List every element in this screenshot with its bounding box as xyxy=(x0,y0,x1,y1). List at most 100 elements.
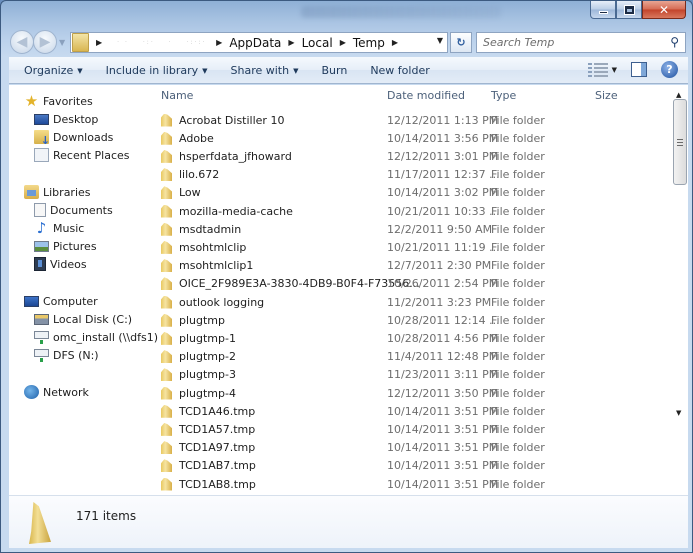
file-row[interactable]: TCD1A46.tmp 10/14/2011 3:51 PM File folder xyxy=(157,402,672,420)
explorer-window: ✕ ◀ ▶ ▼ ▶ · · ·:· · ·:·:· ▶ AppData ▶ Local… xyxy=(0,0,693,553)
refresh-button[interactable]: ↻ xyxy=(450,32,472,53)
forward-button[interactable]: ▶ xyxy=(33,30,57,54)
file-name: plugtmp-2 xyxy=(179,350,236,364)
nav-videos[interactable]: Videos xyxy=(34,255,87,273)
nav-libraries-label: Libraries xyxy=(43,185,91,199)
file-name-cell: lilo.672 xyxy=(161,168,219,182)
file-row[interactable]: hsperfdata_jfhoward 12/12/2011 3:01 PM Fil… xyxy=(157,147,672,165)
scroll-thumb[interactable] xyxy=(673,99,687,185)
recent-pages-dropdown[interactable]: ▼ xyxy=(59,38,65,47)
file-name: plugtmp-3 xyxy=(179,368,236,382)
nav-omc-install[interactable]: omc_install (\\dfs1) xyxy=(34,328,158,346)
preview-pane-icon[interactable] xyxy=(631,62,647,77)
column-header-size[interactable]: Size xyxy=(595,89,618,102)
column-header-type[interactable]: Type xyxy=(491,89,516,102)
file-date-modified: 10/14/2011 3:02 PM xyxy=(387,186,499,200)
share-with-button[interactable]: Share with ▼ xyxy=(224,64,306,77)
file-row[interactable]: plugtmp 10/28/2011 12:14 ... File folder xyxy=(157,311,672,329)
breadcrumb-separator[interactable]: ▶ xyxy=(288,38,294,47)
file-row[interactable]: plugtmp-3 11/23/2011 3:11 PM File folder xyxy=(157,366,672,384)
column-header-name[interactable]: Name xyxy=(161,89,193,102)
nav-dfs[interactable]: DFS (N:) xyxy=(34,346,99,364)
file-type: File folder xyxy=(491,386,545,400)
item-count: 171 items xyxy=(76,509,137,523)
help-icon[interactable]: ? xyxy=(661,61,678,78)
include-in-library-button[interactable]: Include in library ▼ xyxy=(99,64,215,77)
file-date-modified: 10/14/2011 3:51 PM xyxy=(387,477,499,491)
file-date-modified: 12/12/2011 1:13 PM xyxy=(387,113,499,127)
folder-icon xyxy=(161,386,172,400)
command-bar: Organize ▼ Include in library ▼ Share with… xyxy=(9,57,688,84)
file-name: msohtmlclip xyxy=(179,240,247,254)
file-row[interactable]: OICE_2F989E3A-3830-4DB9-B0F4-F73556... 10… xyxy=(157,275,672,293)
view-options-dropdown[interactable]: ▼ xyxy=(612,66,617,74)
local-disk-icon xyxy=(34,313,49,325)
scroll-up-icon[interactable]: ▲ xyxy=(676,91,681,99)
file-date-modified: 10/28/2011 4:56 PM xyxy=(387,331,499,345)
search-icon[interactable]: ⚲ xyxy=(670,35,679,49)
new-folder-button[interactable]: New folder xyxy=(363,64,436,77)
column-header-date-modified[interactable]: Date modified xyxy=(387,89,465,102)
folder-icon xyxy=(161,186,172,200)
burn-button[interactable]: Burn xyxy=(314,64,354,77)
file-row[interactable]: Acrobat Distiller 10 12/12/2011 1:13 PM Fi… xyxy=(157,111,672,129)
minimize-button[interactable] xyxy=(590,1,616,19)
vertical-scrollbar[interactable]: ▲ ▼ xyxy=(672,85,688,495)
file-row[interactable]: msdtadmin 12/2/2011 9:50 AM File folder xyxy=(157,220,672,238)
breadcrumb-separator[interactable]: ▶ xyxy=(96,38,102,47)
file-row[interactable]: TCD1A97.tmp 10/14/2011 3:51 PM File folder xyxy=(157,439,672,457)
computer-icon xyxy=(24,295,39,307)
back-button[interactable]: ◀ xyxy=(10,30,34,54)
nav-documents[interactable]: Documents xyxy=(34,201,113,219)
nav-network[interactable]: Network xyxy=(24,383,89,401)
breadcrumb-local[interactable]: Local xyxy=(302,36,333,50)
breadcrumb-redacted-user[interactable]: · · ·:· · ·:·:· xyxy=(109,33,210,52)
libraries-icon xyxy=(24,185,39,199)
address-bar[interactable]: ▶ · · ·:· · ·:·:· ▶ AppData ▶ Local ▶ Temp … xyxy=(70,32,448,53)
nav-documents-label: Documents xyxy=(50,203,113,217)
file-row[interactable]: plugtmp-1 10/28/2011 4:56 PM File folder xyxy=(157,329,672,347)
file-row[interactable]: plugtmp-2 11/4/2011 12:48 PM File folder xyxy=(157,348,672,366)
refresh-icon: ↻ xyxy=(456,36,466,49)
file-row[interactable]: plugtmp-4 12/12/2011 3:50 PM File folder xyxy=(157,384,672,402)
nav-desktop[interactable]: Desktop xyxy=(34,110,98,128)
file-name-cell: OICE_2F989E3A-3830-4DB9-B0F4-F73556... xyxy=(161,277,420,291)
breadcrumb-temp[interactable]: Temp xyxy=(353,36,385,50)
file-date-modified: 12/12/2011 3:50 PM xyxy=(387,386,499,400)
file-row[interactable]: TCD1A57.tmp 10/14/2011 3:51 PM File folder xyxy=(157,420,672,438)
file-row[interactable]: Low 10/14/2011 3:02 PM File folder xyxy=(157,184,672,202)
nav-favorites[interactable]: ★ Favorites xyxy=(24,92,93,110)
nav-recent-places[interactable]: Recent Places xyxy=(34,146,130,164)
organize-button[interactable]: Organize ▼ xyxy=(17,64,90,77)
scroll-down-icon[interactable]: ▼ xyxy=(676,409,681,417)
breadcrumb-separator[interactable]: ▶ xyxy=(392,38,398,47)
file-date-modified: 11/23/2011 3:11 PM xyxy=(387,368,499,382)
file-row[interactable]: lilo.672 11/17/2011 12:37 ... File folder xyxy=(157,166,672,184)
nav-pictures[interactable]: Pictures xyxy=(34,237,97,255)
file-row[interactable]: msohtmlclip1 12/7/2011 2:30 PM File folder xyxy=(157,257,672,275)
file-row[interactable]: msohtmlclip 10/21/2011 11:19 ... File fold… xyxy=(157,238,672,256)
nav-computer[interactable]: Computer xyxy=(24,292,98,310)
file-name-cell: TCD1A57.tmp xyxy=(161,422,255,436)
breadcrumb-separator[interactable]: ▶ xyxy=(216,38,222,47)
folder-icon xyxy=(161,204,172,218)
maximize-button[interactable] xyxy=(616,1,642,19)
address-dropdown-icon[interactable]: ▼ xyxy=(437,36,443,45)
change-view-icon[interactable] xyxy=(587,62,608,77)
nav-downloads[interactable]: Downloads xyxy=(34,128,113,147)
close-button[interactable]: ✕ xyxy=(642,1,686,19)
file-name-cell: plugtmp-4 xyxy=(161,386,236,400)
breadcrumb-appdata[interactable]: AppData xyxy=(229,36,281,50)
breadcrumb-separator[interactable]: ▶ xyxy=(340,38,346,47)
file-row[interactable]: mozilla-media-cache 10/21/2011 10:33 ... F… xyxy=(157,202,672,220)
file-row[interactable]: TCD1AB7.tmp 10/14/2011 3:51 PM File folder xyxy=(157,457,672,475)
nav-local-disk[interactable]: Local Disk (C:) xyxy=(34,310,132,328)
file-row[interactable]: Adobe 10/14/2011 3:56 PM File folder xyxy=(157,129,672,147)
file-row[interactable]: TCD1AB8.tmp 10/14/2011 3:51 PM File folder xyxy=(157,475,672,493)
title-bar[interactable]: ✕ xyxy=(1,1,692,25)
nav-dfs-label: DFS (N:) xyxy=(53,348,99,362)
nav-libraries[interactable]: Libraries xyxy=(24,183,91,201)
file-row[interactable]: outlook logging 11/2/2011 3:23 PM File fol… xyxy=(157,293,672,311)
search-input[interactable] xyxy=(477,33,657,52)
nav-music[interactable]: ♪ Music xyxy=(34,219,85,237)
